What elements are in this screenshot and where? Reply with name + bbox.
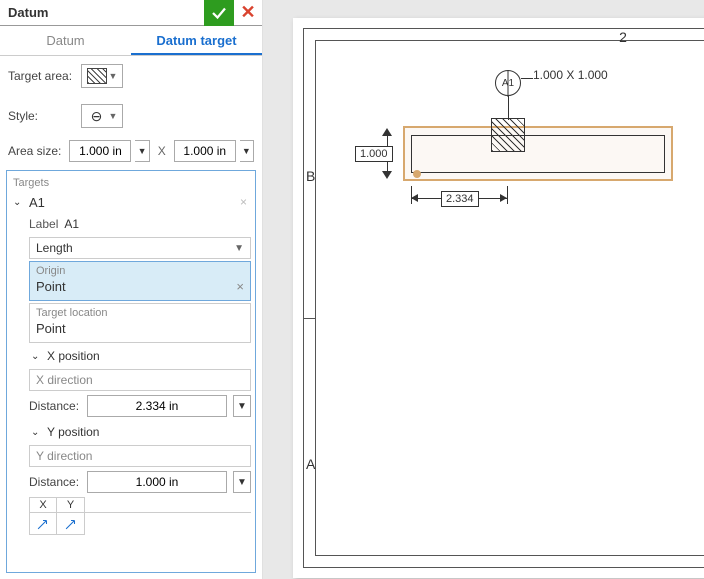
datum-panel: Datum ✕ Datum Datum target Target area: …	[0, 0, 263, 579]
tab-datum[interactable]: Datum	[0, 26, 131, 55]
origin-caption: Origin	[36, 265, 244, 277]
xy-icons	[29, 513, 251, 535]
style-dropdown[interactable]: ⊖ ▼	[81, 104, 123, 128]
part-outline[interactable]	[411, 135, 665, 173]
drawing-sheet: 2 B A 1.000 2.334 A1 1.000 X 1.000 UNLES…	[293, 18, 704, 578]
style-icon: ⊖	[87, 108, 107, 124]
zone-label-b: B	[306, 168, 315, 184]
flip-y-button[interactable]	[57, 513, 85, 535]
ydirection-placeholder: Y direction	[36, 449, 92, 463]
callout-leader	[521, 78, 533, 79]
ydirection-input[interactable]: Y direction	[29, 445, 251, 467]
zone-divider	[303, 318, 315, 319]
origin-value: Point	[36, 279, 66, 294]
tab-datum-target[interactable]: Datum target	[131, 26, 262, 55]
x-distance-label: Distance:	[29, 399, 81, 413]
style-label: Style:	[8, 109, 73, 123]
flip-x-button[interactable]	[29, 513, 57, 535]
origin-point[interactable]	[413, 170, 421, 178]
targets-list: Targets ⌄ A1 × Label A1 Length ▼ Origin	[6, 170, 256, 573]
area-size-row: Area size: ▼ X ▼	[0, 136, 262, 170]
drawing-canvas[interactable]: 2 B A 1.000 2.334 A1 1.000 X 1.000 UNLES…	[263, 0, 704, 579]
remove-target-button[interactable]: ×	[240, 195, 251, 209]
balloon-label: A1	[502, 78, 514, 89]
arrow-icon	[64, 517, 78, 531]
area-width-dropdown[interactable]: ▼	[135, 140, 149, 162]
target-location-value: Point	[36, 321, 66, 336]
check-icon	[210, 4, 228, 22]
x-distance-row: Distance: ▼	[29, 395, 251, 417]
label-value: A1	[64, 217, 79, 231]
style-row: Style: ⊖ ▼	[0, 96, 262, 136]
tab-y[interactable]: Y	[57, 497, 85, 512]
area-height-dropdown[interactable]: ▼	[240, 140, 254, 162]
arrow-icon	[411, 194, 418, 202]
target-area-dropdown[interactable]: ▼	[81, 64, 123, 88]
zone-label-a: A	[306, 456, 315, 472]
area-width-input[interactable]	[69, 140, 131, 162]
xposition-label: X position	[47, 349, 100, 363]
confirm-button[interactable]	[204, 0, 234, 26]
close-icon: ✕	[240, 2, 255, 23]
target-a1-name: A1	[29, 195, 45, 210]
label-row: Label A1	[29, 213, 251, 235]
chevron-down-icon: ▼	[109, 71, 118, 81]
x-distance-input[interactable]	[88, 396, 226, 416]
balloon-leader	[508, 96, 509, 120]
tabs: Datum Datum target	[0, 26, 262, 56]
y-distance-label: Distance:	[29, 475, 81, 489]
datum-balloon[interactable]: A1	[495, 70, 521, 96]
zone-label-2: 2	[619, 29, 627, 45]
target-location-group[interactable]: Target location Point	[29, 303, 251, 343]
target-location-caption: Target location	[36, 307, 244, 319]
xdirection-input[interactable]: X direction	[29, 369, 251, 391]
datum-target-area[interactable]	[491, 118, 525, 152]
chevron-down-icon: ▼	[109, 111, 118, 121]
yposition-row[interactable]: ⌄ Y position	[29, 421, 251, 443]
x-distance-dropdown[interactable]: ▼	[233, 395, 251, 417]
target-area-row: Target area: ▼	[0, 56, 262, 96]
arrow-icon	[36, 517, 50, 531]
extension-line	[507, 186, 508, 204]
area-size-label: Area size:	[8, 144, 65, 158]
yposition-label: Y position	[47, 425, 99, 439]
target-area-label: Target area:	[8, 69, 73, 83]
chevron-down-icon[interactable]: ⌄	[31, 351, 43, 362]
targets-heading: Targets	[11, 175, 251, 191]
panel-title: Datum	[8, 5, 204, 20]
cancel-button[interactable]: ✕	[234, 0, 262, 26]
length-select[interactable]: Length ▼	[29, 237, 251, 259]
chevron-down-icon[interactable]: ⌄	[31, 427, 43, 438]
label-caption: Label	[29, 217, 58, 231]
x-separator: X	[158, 144, 166, 158]
tab-x[interactable]: X	[29, 497, 57, 512]
target-a1-row[interactable]: ⌄ A1 ×	[11, 191, 251, 213]
area-height-input[interactable]	[174, 140, 236, 162]
y-distance-dropdown[interactable]: ▼	[233, 471, 251, 493]
clear-origin-button[interactable]: ×	[236, 279, 244, 294]
xposition-row[interactable]: ⌄ X position	[29, 345, 251, 367]
dimension-x[interactable]: 2.334	[441, 191, 479, 207]
xy-tabs: X Y	[29, 497, 251, 513]
chevron-down-icon: ▼	[234, 243, 244, 254]
xdirection-placeholder: X direction	[36, 373, 93, 387]
origin-group[interactable]: Origin Point ×	[29, 261, 251, 301]
dimension-y[interactable]: 1.000	[355, 146, 393, 162]
y-distance-row: Distance: ▼	[29, 471, 251, 493]
y-distance-input[interactable]	[88, 472, 226, 492]
hatch-icon	[87, 68, 107, 84]
panel-header: Datum ✕	[0, 0, 262, 26]
targets-scroll[interactable]: Targets ⌄ A1 × Label A1 Length ▼ Origin	[7, 171, 255, 572]
length-value: Length	[36, 241, 73, 255]
chevron-down-icon[interactable]: ⌄	[13, 197, 25, 208]
callout-text[interactable]: 1.000 X 1.000	[533, 68, 608, 82]
arrow-icon	[500, 194, 507, 202]
